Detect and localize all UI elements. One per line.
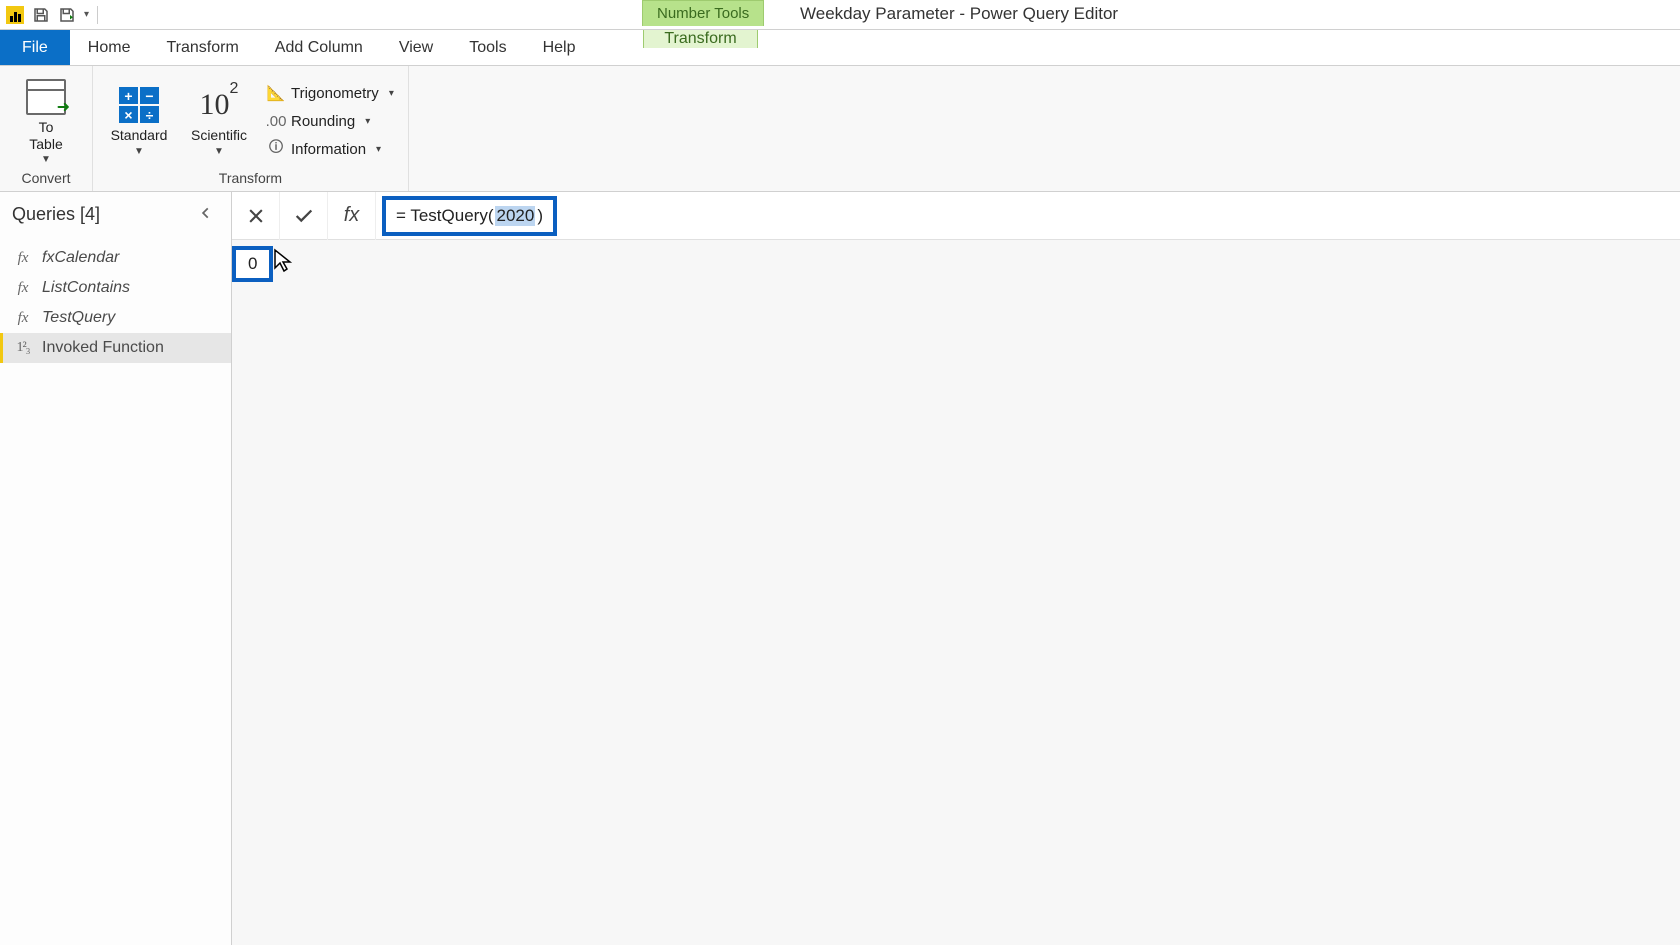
ribbon-tabs: File Home Transform Add Column View Tool…: [0, 30, 1680, 66]
close-icon: [246, 206, 266, 226]
standard-button[interactable]: +−×÷ Standard ▼: [103, 81, 175, 157]
formula-text-suffix: ): [537, 206, 543, 226]
tab-view[interactable]: View: [381, 30, 451, 65]
scientific-button[interactable]: 102 Scientific ▼: [183, 81, 255, 157]
query-item-testquery[interactable]: fx TestQuery: [0, 303, 231, 333]
tab-context-transform[interactable]: Transform: [643, 30, 758, 48]
scientific-label: Scientific: [191, 127, 247, 144]
rounding-icon: .00: [267, 112, 285, 130]
content-pane: fx = TestQuery(2020) 0: [232, 192, 1680, 945]
to-table-button[interactable]: To Table ▼: [10, 73, 82, 166]
trigonometry-label: Trigonometry: [291, 85, 379, 102]
formula-bar: fx = TestQuery(2020): [232, 192, 1680, 240]
ribbon-group-label-transform: Transform: [103, 168, 398, 189]
ribbon-group-label-convert: Convert: [10, 168, 82, 189]
caret-down-icon: ▾: [385, 88, 394, 99]
query-item-label: Invoked Function: [42, 339, 164, 357]
query-item-listcontains[interactable]: fx ListContains: [0, 273, 231, 303]
function-icon: fx: [12, 310, 34, 327]
formula-confirm-button[interactable]: [280, 192, 328, 240]
rounding-button[interactable]: .00 Rounding ▾: [263, 110, 398, 132]
scientific-icon: 102: [199, 85, 239, 125]
ribbon-group-convert: To Table ▼ Convert: [0, 66, 93, 191]
title-bar: ▾ Number Tools Weekday Parameter - Power…: [0, 0, 1680, 30]
tab-tools[interactable]: Tools: [451, 30, 524, 65]
tab-add-column[interactable]: Add Column: [257, 30, 381, 65]
queries-list: fx fxCalendar fx ListContains fx TestQue…: [0, 237, 231, 363]
contextual-tab-group-label: Number Tools: [642, 0, 764, 26]
information-button[interactable]: 🛈 Information ▾: [263, 138, 398, 160]
caret-down-icon: ▾: [361, 116, 370, 127]
information-icon: 🛈: [267, 140, 285, 158]
standard-label: Standard: [111, 127, 168, 144]
trigonometry-button[interactable]: 📐 Trigonometry ▾: [263, 82, 398, 104]
ribbon-group-transform: +−×÷ Standard ▼ 102 Scientific ▼ 📐 Trigo…: [93, 66, 409, 191]
function-icon: fx: [12, 280, 34, 297]
check-icon: [293, 205, 315, 227]
information-label: Information: [291, 141, 366, 158]
rounding-label: Rounding: [291, 113, 355, 130]
undo-icon[interactable]: [56, 4, 78, 26]
query-item-label: fxCalendar: [42, 249, 119, 267]
query-item-invoked-function[interactable]: 1²₃ Invoked Function: [0, 333, 231, 363]
tab-help[interactable]: Help: [525, 30, 594, 65]
qat-dropdown-icon[interactable]: ▾: [82, 9, 91, 20]
tab-transform[interactable]: Transform: [148, 30, 256, 65]
fx-icon: fx: [344, 204, 360, 227]
chevron-left-icon: [199, 206, 213, 220]
function-icon: fx: [12, 250, 34, 267]
app-logo: [4, 4, 26, 26]
query-item-label: TestQuery: [42, 309, 115, 327]
formula-text-prefix: = TestQuery(: [396, 206, 493, 226]
result-value-cell[interactable]: 0: [232, 246, 273, 282]
standard-icon: +−×÷: [119, 85, 159, 125]
tab-file[interactable]: File: [0, 30, 70, 65]
mouse-cursor-icon: [272, 248, 296, 276]
query-item-fxcalendar[interactable]: fx fxCalendar: [0, 243, 231, 273]
queries-pane-title: Queries [4]: [12, 204, 100, 225]
formula-fx-button[interactable]: fx: [328, 192, 376, 240]
quick-access-toolbar: ▾: [0, 0, 104, 29]
caret-down-icon: ▼: [214, 146, 224, 157]
number-type-icon: 1²₃: [12, 340, 34, 356]
caret-down-icon: ▾: [372, 144, 381, 155]
caret-down-icon: ▼: [134, 146, 144, 157]
formula-input[interactable]: = TestQuery(2020): [382, 196, 557, 236]
queries-pane: Queries [4] fx fxCalendar fx ListContain…: [0, 192, 232, 945]
to-table-label: To Table: [29, 119, 62, 153]
query-item-label: ListContains: [42, 279, 130, 297]
collapse-pane-button[interactable]: [193, 202, 219, 227]
tab-home[interactable]: Home: [70, 30, 149, 65]
window-title: Weekday Parameter - Power Query Editor: [776, 4, 1118, 24]
caret-down-icon: ▼: [41, 154, 51, 165]
main-area: Queries [4] fx fxCalendar fx ListContain…: [0, 192, 1680, 945]
save-icon[interactable]: [30, 4, 52, 26]
formula-text-selection: 2020: [495, 206, 535, 226]
ribbon: To Table ▼ Convert +−×÷ Standard ▼ 102 S…: [0, 66, 1680, 192]
trigonometry-icon: 📐: [267, 84, 285, 102]
qat-separator: [97, 6, 98, 24]
formula-cancel-button[interactable]: [232, 192, 280, 240]
to-table-icon: [26, 77, 66, 117]
